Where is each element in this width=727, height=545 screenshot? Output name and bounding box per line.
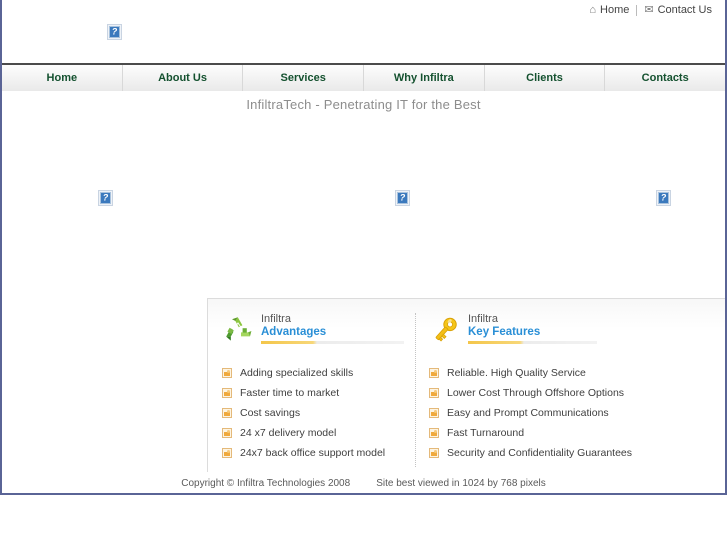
list-item: 24 x7 delivery model: [222, 427, 404, 439]
logo-area: [2, 20, 725, 62]
main-navigation: Home About Us Services Why Infiltra Clie…: [2, 63, 725, 91]
top-link-contact-us-label: Contact Us: [657, 3, 712, 16]
footer: Copyright © Infiltra Technologies 2008 S…: [2, 473, 725, 493]
feature-rule-advantages: [261, 341, 404, 344]
broken-image-icon-banner-center[interactable]: [395, 190, 410, 206]
page-frame: ⌂ Home ✉ Contact Us Home About Us Servic…: [0, 0, 727, 495]
nav-home[interactable]: Home: [2, 65, 123, 91]
nav-why-infiltra[interactable]: Why Infiltra: [364, 65, 485, 91]
list-item-label: 24x7 back office support model: [240, 447, 386, 459]
list-item: Fast Turnaround: [429, 427, 597, 439]
bullet-image-icon: [222, 368, 232, 378]
top-link-home[interactable]: ⌂ Home: [582, 3, 636, 16]
bullet-image-icon: [429, 408, 439, 418]
bullet-image-icon: [222, 388, 232, 398]
feature-list-advantages: Adding specialized skills Faster time to…: [222, 367, 404, 459]
feature-header-advantages: Infiltra Advantages: [222, 313, 404, 355]
key-icon: [429, 314, 461, 346]
list-item-label: Cost savings: [240, 407, 301, 419]
footer-resolution: Site best viewed in 1024 by 768 pixels: [376, 477, 546, 489]
feature-brand-key-features: Infiltra: [468, 313, 498, 325]
nav-services[interactable]: Services: [243, 65, 365, 91]
list-item-label: Reliable. High Quality Service: [447, 367, 586, 379]
home-icon: ⌂: [589, 3, 597, 16]
feature-title-advantages: Advantages: [261, 326, 327, 338]
top-link-contact-us[interactable]: ✉ Contact Us: [636, 3, 719, 16]
list-item: Easy and Prompt Communications: [429, 407, 609, 419]
feature-column-key-features: Infiltra Key Features Reliable. High Qua…: [415, 313, 632, 467]
bullet-image-icon: [429, 428, 439, 438]
top-utility-bar: ⌂ Home ✉ Contact Us: [2, 0, 725, 20]
bullet-image-icon: [429, 388, 439, 398]
list-item: 24x7 back office support model: [222, 447, 404, 459]
list-item: Reliable. High Quality Service: [429, 367, 597, 379]
features-panel: Infiltra Advantages Adding specialized s…: [207, 298, 725, 472]
envelope-icon: ✉: [644, 3, 654, 16]
list-item-label: Faster time to market: [240, 387, 340, 399]
list-item: Lower Cost Through Offshore Options: [429, 387, 624, 399]
list-item-label: Fast Turnaround: [447, 427, 525, 439]
list-item: Faster time to market: [222, 387, 404, 399]
list-item-label: Security and Confidentiality Guarantees: [447, 447, 633, 459]
feature-rule-key-features: [468, 341, 597, 344]
bullet-image-icon: [222, 408, 232, 418]
recycle-icon: [222, 314, 254, 346]
nav-clients[interactable]: Clients: [485, 65, 606, 91]
bullet-image-icon: [222, 428, 232, 438]
list-item-label: Lower Cost Through Offshore Options: [447, 387, 625, 399]
list-item: Security and Confidentiality Guarantees: [429, 447, 632, 459]
nav-about-us[interactable]: About Us: [123, 65, 244, 91]
feature-column-advantages: Infiltra Advantages Adding specialized s…: [222, 313, 404, 467]
feature-header-text-key-features: Infiltra Key Features: [468, 313, 597, 344]
footer-copyright: Copyright © Infiltra Technologies 2008: [181, 477, 351, 489]
nav-contacts[interactable]: Contacts: [605, 65, 725, 91]
feature-header-key-features: Infiltra Key Features: [429, 313, 597, 355]
features-columns: Infiltra Advantages Adding specialized s…: [208, 299, 725, 467]
feature-list-key-features: Reliable. High Quality Service Lower Cos…: [429, 367, 632, 459]
broken-image-icon-banner-right[interactable]: [656, 190, 671, 206]
list-item-label: Easy and Prompt Communications: [447, 407, 609, 419]
list-item-label: 24 x7 delivery model: [240, 427, 337, 439]
list-item: Adding specialized skills: [222, 367, 404, 379]
page-tagline: InfiltraTech - Penetrating IT for the Be…: [246, 97, 481, 112]
bullet-image-icon: [429, 368, 439, 378]
bullet-image-icon: [429, 448, 439, 458]
list-item: Cost savings: [222, 407, 404, 419]
broken-image-icon-logo[interactable]: [107, 24, 122, 40]
feature-header-text-advantages: Infiltra Advantages: [261, 313, 404, 344]
broken-image-icon-banner-left[interactable]: [98, 190, 113, 206]
list-item-label: Adding specialized skills: [240, 367, 354, 379]
feature-title-key-features: Key Features: [468, 326, 541, 338]
feature-brand-advantages: Infiltra: [261, 313, 291, 325]
bullet-image-icon: [222, 448, 232, 458]
top-link-home-label: Home: [600, 3, 630, 16]
